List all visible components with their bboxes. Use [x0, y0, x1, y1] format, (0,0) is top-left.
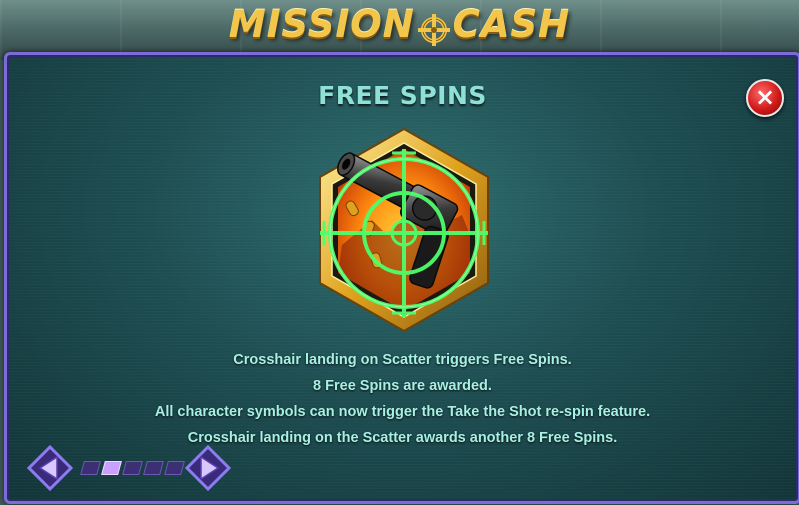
close-icon: ×	[754, 83, 776, 111]
description-line: Crosshair landing on Scatter triggers Fr…	[233, 352, 572, 368]
logo-text-right: CASH	[452, 3, 571, 46]
page-navigation	[26, 444, 242, 492]
close-button[interactable]: ×	[746, 79, 784, 117]
logo-text-left: MISSION	[228, 3, 415, 46]
description-line: All character symbols can now trigger th…	[154, 404, 651, 420]
paytable-panel: FREE SPINS × Crosshair landing on Scatte…	[4, 52, 799, 504]
crosshair-gun-scatter-icon	[319, 127, 489, 333]
page-dot-active[interactable]	[101, 461, 122, 475]
page-indicator	[80, 461, 187, 475]
arrow-right-icon	[184, 444, 232, 492]
scatter-symbol	[312, 125, 496, 335]
page-title: FREE SPINS	[318, 81, 487, 110]
previous-page-button[interactable]	[26, 444, 74, 492]
page-dot[interactable]	[122, 461, 143, 475]
page-dot[interactable]	[80, 461, 101, 475]
description-line: 8 Free Spins are awarded.	[313, 378, 492, 394]
page-dot[interactable]	[164, 461, 185, 475]
page-dot[interactable]	[143, 461, 164, 475]
next-page-button[interactable]	[184, 444, 232, 492]
game-logo: MISSION CASH	[0, 2, 799, 48]
logo-crosshair-icon	[417, 13, 451, 47]
feature-description: Crosshair landing on Scatter triggers Fr…	[7, 347, 798, 451]
arrow-left-icon	[26, 444, 74, 492]
